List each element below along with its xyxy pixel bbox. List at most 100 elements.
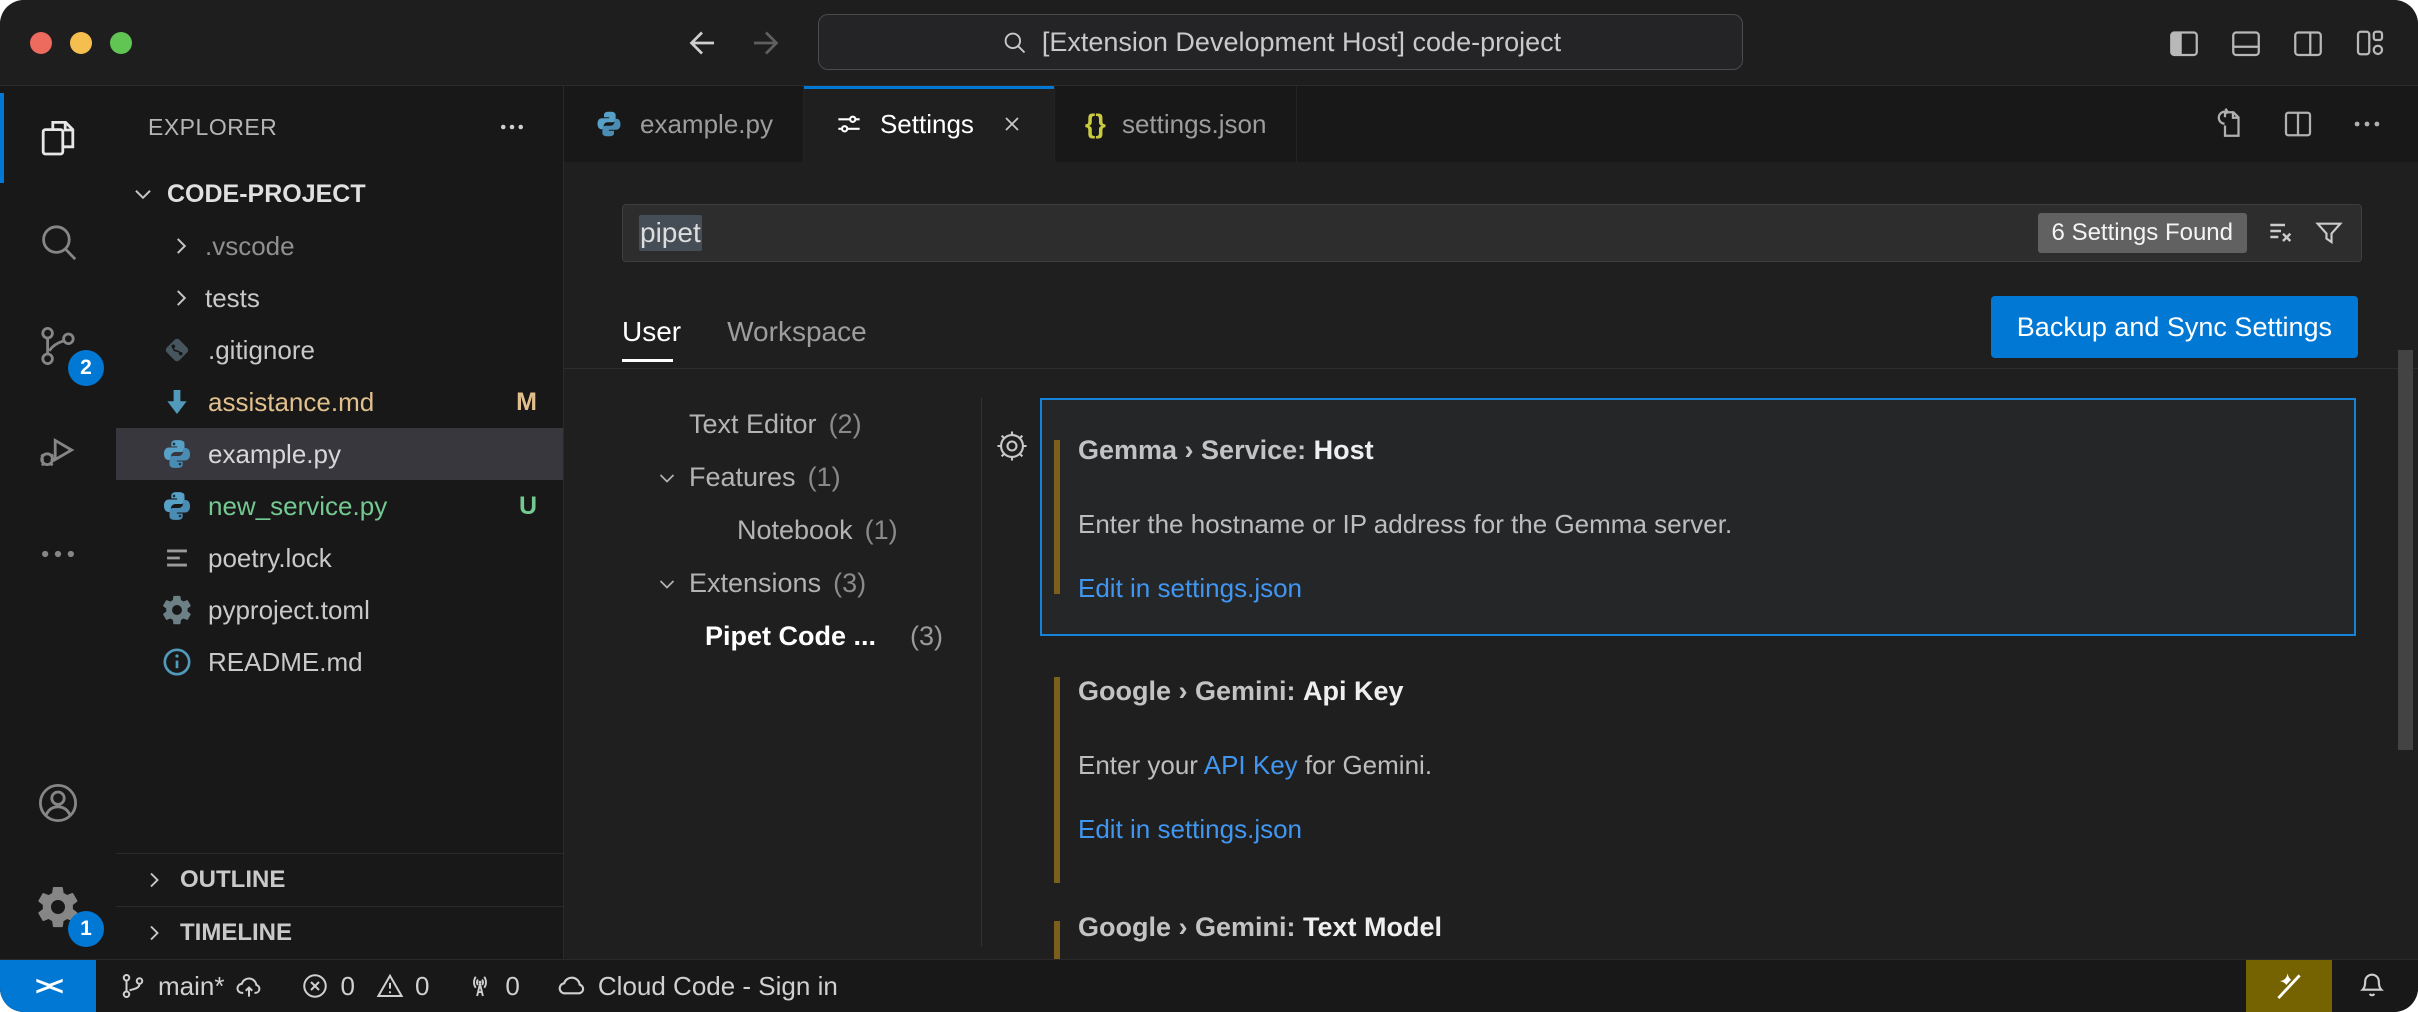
modified-indicator [1054,440,1060,594]
setting-row-gemini-api-key[interactable]: Google › Gemini: Api Key Enter your API … [1040,655,2356,905]
git-branch-icon [118,971,148,1001]
tree-item-tests[interactable]: tests [116,272,563,324]
divider [564,368,2418,369]
tree-item-readme-md[interactable]: README.md [116,636,563,688]
close-window-button[interactable] [30,32,52,54]
outline-section-header[interactable]: OUTLINE [116,853,563,906]
settings-list: Gemma › Service: Host Enter the hostname… [1040,398,2356,959]
edit-in-settings-json-link[interactable]: Edit in settings.json [1078,809,1302,849]
chevron-down-icon [130,181,167,207]
tree-item-pyproject-toml[interactable]: pyproject.toml [116,584,563,636]
tab-bar: example.py Settings {} settings.json [564,86,2418,162]
ports-status-item[interactable]: 0 [465,971,519,1002]
activity-bar: 2 [0,86,116,959]
explorer-sidebar: EXPLORER CODE-PROJECT .vscode [116,86,564,959]
tree-item-poetry-lock[interactable]: poetry.lock [116,532,563,584]
chevron-down-icon [655,466,689,490]
tree-item-example-py[interactable]: example.py [116,428,563,480]
account-icon [34,779,82,827]
tree-item-gitignore[interactable]: .gitignore [116,324,563,376]
modified-indicator [1054,921,1060,959]
activity-account[interactable] [0,751,116,855]
zoom-window-button[interactable] [110,32,132,54]
forward-icon[interactable] [748,25,784,61]
backup-sync-settings-button[interactable]: Backup and Sync Settings [1991,296,2358,358]
scrollbar-thumb[interactable] [2398,350,2413,750]
title-bar: [Extension Development Host] code-projec… [0,0,2418,86]
toc-features[interactable]: Features(1) [600,451,981,504]
customize-layout-icon[interactable] [2352,25,2388,61]
scope-tab-workspace[interactable]: Workspace [727,296,867,368]
search-icon [1000,28,1028,56]
toc-notebook[interactable]: Notebook(1) [600,504,981,557]
toggle-panel-icon[interactable] [2228,25,2264,61]
close-tab-icon[interactable] [1000,112,1024,136]
api-key-link[interactable]: API Key [1204,750,1298,780]
tree-item-assistance-md[interactable]: assistance.md M [116,376,563,428]
setting-row-gemma-service-host[interactable]: Gemma › Service: Host Enter the hostname… [1040,398,2356,636]
chevron-down-icon [655,572,689,596]
setting-description: Enter the hostname or IP address for the… [1078,504,2318,544]
vscode-window: [Extension Development Host] code-projec… [0,0,2418,1012]
toc-text-editor[interactable]: Text Editor(2) [600,398,981,451]
editor-group: example.py Settings {} settings.json [564,86,2418,959]
toc-extensions[interactable]: Extensions(3) [600,557,981,610]
tab-settings[interactable]: Settings [804,86,1055,162]
editor-more-actions-icon[interactable] [2350,107,2384,141]
settings-search-input[interactable]: pipet 6 Settings Found [622,204,2362,262]
error-icon [300,971,330,1001]
clear-filters-icon[interactable] [2265,217,2297,249]
tree-item-vscode[interactable]: .vscode [116,220,563,272]
window-title: [Extension Development Host] code-projec… [1042,27,1561,58]
run-debug-icon [34,426,82,474]
activity-source-control[interactable]: 2 [0,294,116,398]
json-braces-icon: {} [1085,109,1106,140]
settings-badge: 1 [68,911,104,947]
toc-sash[interactable] [981,398,982,947]
toggle-primary-sidebar-icon[interactable] [2166,25,2202,61]
info-file-icon [160,645,208,679]
activity-run-debug[interactable] [0,398,116,502]
tab-settings-json[interactable]: {} settings.json [1055,86,1298,162]
settings-sliders-icon [834,109,864,139]
setting-row-gemini-text-model[interactable]: Google › Gemini: Text Model [1040,905,2356,949]
scope-tab-user[interactable]: User [622,296,681,368]
chevron-right-icon [142,868,166,892]
edit-in-settings-json-link[interactable]: Edit in settings.json [1078,568,1302,608]
branch-status-item[interactable]: main* [118,971,264,1002]
open-changes-icon[interactable] [2210,106,2246,142]
activity-explorer[interactable] [0,86,116,190]
cloud-code-status-item[interactable]: Cloud Code - Sign in [556,970,838,1002]
files-icon [34,114,82,162]
activity-search[interactable] [0,190,116,294]
setting-description: Enter your API Key for Gemini. [1078,745,2318,785]
git-status-badge: M [516,388,537,417]
toc-pipet-code[interactable]: Pipet Code ...(3) [600,610,981,663]
setting-actions-gear-icon[interactable] [994,428,1030,464]
explorer-more-actions-icon[interactable] [497,112,527,142]
command-center[interactable]: [Extension Development Host] code-projec… [818,14,1743,70]
modified-indicator [1054,677,1060,883]
minimize-window-button[interactable] [70,32,92,54]
notifications-bell-icon[interactable] [2356,970,2388,1002]
tree-item-new-service-py[interactable]: new_service.py U [116,480,563,532]
problems-status-item[interactable]: 0 0 [300,971,429,1002]
chevron-right-icon [168,285,205,311]
status-bar: >< main* 0 0 0 [0,959,2418,1012]
toggle-secondary-sidebar-icon[interactable] [2290,25,2326,61]
git-status-badge: U [519,492,537,521]
markdown-arrow-icon [160,385,208,419]
filter-icon[interactable] [2313,217,2345,249]
timeline-section-header[interactable]: TIMELINE [116,906,563,959]
activity-settings[interactable]: 1 [0,855,116,959]
radio-tower-icon [465,971,495,1001]
remote-indicator[interactable]: >< [0,960,96,1012]
split-editor-icon[interactable] [2280,106,2316,142]
activity-more[interactable] [0,502,116,606]
tree-root-code-project[interactable]: CODE-PROJECT [116,168,563,220]
python-file-icon [594,109,624,139]
spark-slash-icon [2272,969,2306,1003]
assist-disabled-status-item[interactable] [2246,960,2332,1012]
tab-example-py[interactable]: example.py [564,86,804,162]
back-icon[interactable] [684,25,720,61]
